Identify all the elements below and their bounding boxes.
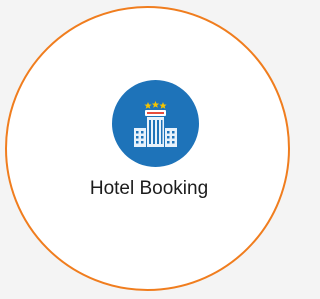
hotel-building-icon (112, 80, 199, 167)
tile-label: Hotel Booking (89, 178, 209, 199)
page-background: Hotel Booking (0, 0, 298, 299)
